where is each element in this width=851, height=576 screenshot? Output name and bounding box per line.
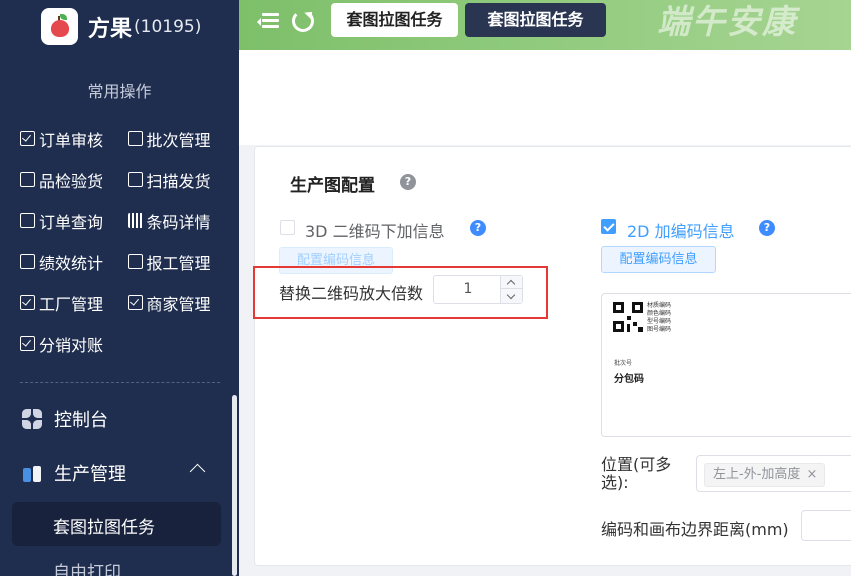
help-icon[interactable]: ?	[400, 174, 416, 190]
search-doc-icon	[127, 131, 143, 146]
console-icon	[22, 409, 42, 429]
quick-op-work-report[interactable]: 报工管理	[127, 250, 236, 274]
content-header-area	[239, 50, 851, 145]
quick-op-barcode-detail[interactable]: 条码详情	[127, 209, 236, 233]
quick-op-merchant-manage[interactable]: 商家管理	[127, 291, 236, 315]
brand-count: (10195)	[134, 16, 202, 37]
section-title: 常用操作	[87, 82, 152, 101]
qr-scale-stepper[interactable]: 1	[433, 275, 523, 304]
qr-scale-value[interactable]: 1	[434, 276, 502, 303]
quick-op-factory-manage[interactable]: 工厂管理	[20, 291, 128, 315]
menu-fold-icon[interactable]	[257, 12, 279, 30]
report-icon	[127, 254, 143, 269]
code-preview: 材质编码 颜色编码 型号编码 图号编码 批次号 分包码	[601, 293, 851, 437]
quick-op-scan-ship[interactable]: 扫描发货	[127, 168, 236, 192]
nav-item-free-print[interactable]: 自由打印	[53, 558, 121, 576]
quick-op-performance[interactable]: 绩效统计	[20, 250, 128, 274]
image-icon	[20, 213, 35, 228]
brand[interactable]: 方果 (10195)	[41, 8, 201, 45]
label-3d-info[interactable]: 3D 二维码下加信息	[305, 218, 445, 242]
position-tag: 左上-外-加高度 ×	[704, 463, 826, 487]
help-icon[interactable]: ?	[470, 220, 486, 236]
sidebar-scrollbar[interactable]	[232, 395, 237, 576]
production-icon	[22, 463, 42, 483]
tab-task-1[interactable]: 套图拉图任务	[331, 3, 458, 37]
label-2d-info[interactable]: 2D 加编码信息	[627, 218, 735, 242]
checkbox-3d-info[interactable]	[280, 220, 295, 235]
festival-banner: 端午安康	[657, 2, 797, 41]
preview-code-labels: 材质编码 颜色编码 型号编码 图号编码	[647, 302, 672, 333]
nav-console[interactable]: 控制台	[22, 406, 108, 432]
qr-scale-label: 替换二维码放大倍数	[279, 284, 424, 303]
help-icon[interactable]: ?	[759, 220, 775, 236]
chevron-up-icon[interactable]	[189, 463, 206, 480]
quick-op-distribution-reconcile[interactable]: 分销对账	[20, 332, 131, 356]
doc-icon	[20, 172, 35, 187]
quick-op-quality-check[interactable]: 品检验货	[20, 168, 128, 192]
margin-label: 编码和画布边界距离(mm)	[601, 520, 789, 539]
decrement-chevron-down-icon[interactable]	[501, 290, 522, 303]
checkbox-icon	[127, 295, 143, 310]
barcode-icon	[127, 213, 143, 228]
refresh-icon[interactable]	[292, 10, 314, 32]
quick-op-order-review[interactable]: 订单审核	[20, 127, 128, 151]
preview-package-label: 分包码	[614, 374, 644, 385]
brand-name: 方果	[88, 16, 133, 42]
preview-batch-label: 批次号	[614, 360, 633, 367]
position-multiselect[interactable]: 左上-外-加高度 ×	[696, 455, 851, 492]
nav-item-active[interactable]: 套图拉图任务	[12, 502, 221, 546]
tab-task-2[interactable]: 套图拉图任务	[465, 3, 606, 37]
close-icon[interactable]: ×	[806, 464, 817, 486]
sidebar: 方果 (10195) 常用操作 订单审核 批次管理 品检验货 扫描发货 订单查询…	[0, 0, 239, 576]
increment-chevron-up-icon[interactable]	[501, 276, 522, 289]
quick-ops: 订单审核 批次管理 品检验货 扫描发货 订单查询 条码详情 绩效统计 报工管理 …	[20, 118, 235, 364]
checkbox-icon	[20, 295, 35, 310]
topbar: 套图拉图任务 套图拉图任务 端午安康	[239, 0, 851, 50]
quick-op-batch-manage[interactable]: 批次管理	[127, 127, 236, 151]
nav-production[interactable]: 生产管理	[22, 460, 126, 486]
apple-logo-icon	[41, 8, 78, 45]
position-label: 位置(可多选):	[601, 455, 672, 492]
config-code-button-2d[interactable]: 配置编码信息	[601, 246, 716, 273]
quick-op-order-query[interactable]: 订单查询	[20, 209, 128, 233]
qr-code-icon	[613, 302, 643, 332]
chart-icon	[20, 254, 35, 269]
margin-input[interactable]	[801, 510, 851, 541]
scan-icon	[127, 172, 143, 187]
sidebar-divider	[20, 382, 220, 383]
checkbox-2d-info[interactable]	[601, 219, 616, 234]
checkbox-icon	[20, 131, 35, 146]
checkbox-icon	[20, 336, 35, 351]
panel-title: 生产图配置	[290, 176, 375, 196]
